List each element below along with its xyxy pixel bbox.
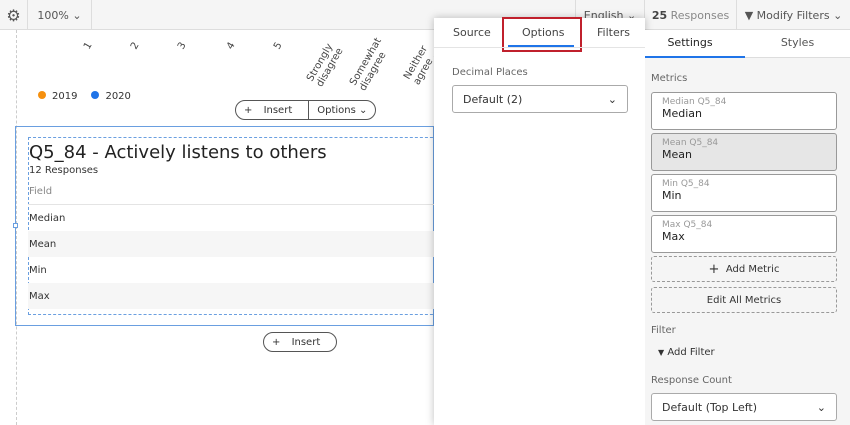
table-row: Mean [28,231,448,257]
chart-legend: 2019 2020 [38,91,131,102]
legend-item-2019: 2019 [38,91,77,102]
responses-label: Responses [670,8,730,22]
zoom-dropdown[interactable]: 100% ⌄ [28,0,92,30]
metric-source: Median Q5_84 [662,97,727,107]
legend-item-2020: 2020 [91,91,131,102]
metrics-widget[interactable]: Q5_84 - Actively listens to others 12 Re… [15,126,448,326]
legend-dot [91,91,100,99]
legend-label: 2020 [105,91,131,102]
chevron-down-icon: ⌄ [607,92,617,106]
edit-all-metrics-button[interactable]: Edit All Metrics [651,287,837,313]
metric-source: Min Q5_84 [662,179,710,189]
metric-item[interactable]: Max Q5_84 Max [651,215,837,253]
options-label: Options [317,104,356,116]
table-row: Min [29,264,47,276]
metric-name: Mean [662,148,692,161]
chevron-down-icon: ⌄ [816,400,826,414]
decimal-places-label: Decimal Places [452,67,528,78]
widget-options-popover: Source Options Filters Decimal Places De… [434,17,645,425]
metric-name: Median [662,107,703,120]
options-button[interactable]: Options ⌄ [308,100,375,120]
response-count-select[interactable]: Default (Top Left) ⌄ [651,393,837,421]
insert-label: Insert [263,104,293,116]
metric-item[interactable]: Mean Q5_84 Mean [651,133,837,171]
metric-name: Max [662,230,685,243]
filter-icon: ▼ [658,348,665,357]
modify-filters-button[interactable]: ▼ Modify Filters ⌄ [737,0,850,30]
add-metric-button[interactable]: + Add Metric [651,256,837,282]
plus-icon: + [708,261,720,277]
edit-all-label: Edit All Metrics [706,294,782,306]
add-metric-label: Add Metric [725,263,780,275]
response-count-label: Response Count [651,375,732,386]
tab-filters[interactable]: Filters [597,26,630,39]
response-count-value: Default (Top Left) [662,400,758,414]
legend-dot [38,91,46,99]
tab-settings[interactable]: Settings [645,36,735,49]
widget-title: Q5_84 - Actively listens to others [29,142,327,163]
insert-options-toolbar: + Insert Options ⌄ [235,100,377,120]
tab-source[interactable]: Source [453,26,491,39]
top-toolbar: ⚙ 100% ⌄ English ⌄ 25 Responses ▼ Modify… [0,0,850,30]
metrics-label: Metrics [651,73,688,84]
chevron-down-icon: ⌄ [72,8,82,22]
metric-source: Mean Q5_84 [662,138,719,148]
add-filter-button[interactable]: ▼ Add Filter [658,347,715,358]
filter-icon: ▼ [744,8,754,22]
table-row: Median [29,212,66,224]
gear-icon[interactable]: ⚙ [0,0,28,30]
decimal-places-value: Default (2) [463,92,523,106]
insert-button[interactable]: + Insert [236,105,308,116]
metric-item[interactable]: Median Q5_84 Median [651,92,837,130]
metric-source: Max Q5_84 [662,220,713,230]
active-tab-indicator [645,56,745,58]
settings-panel: Settings Styles Metrics Median Q5_84 Medi… [645,30,850,425]
add-filter-label: Add Filter [667,347,715,358]
responses-number: 25 [651,8,668,22]
insert-label: Insert [291,336,321,348]
widget-response-count: 12 Responses [29,165,99,176]
insert-button-bottom[interactable]: + Insert [263,332,338,352]
legend-label: 2019 [52,91,78,102]
zoom-value: 100% [37,8,69,22]
metric-item[interactable]: Min Q5_84 Min [651,174,837,212]
filter-label: Filter [651,325,676,336]
tab-styles[interactable]: Styles [750,36,845,49]
metric-name: Min [662,189,682,202]
table-row: Max [28,283,448,309]
table-header: Field [28,179,448,205]
chevron-down-icon: ⌄ [833,8,843,22]
decimal-places-select[interactable]: Default (2) ⌄ [452,85,628,113]
modify-filters-label: Modify Filters [756,8,830,22]
responses-count: 25 Responses [645,0,737,30]
resize-handle[interactable] [13,223,18,228]
